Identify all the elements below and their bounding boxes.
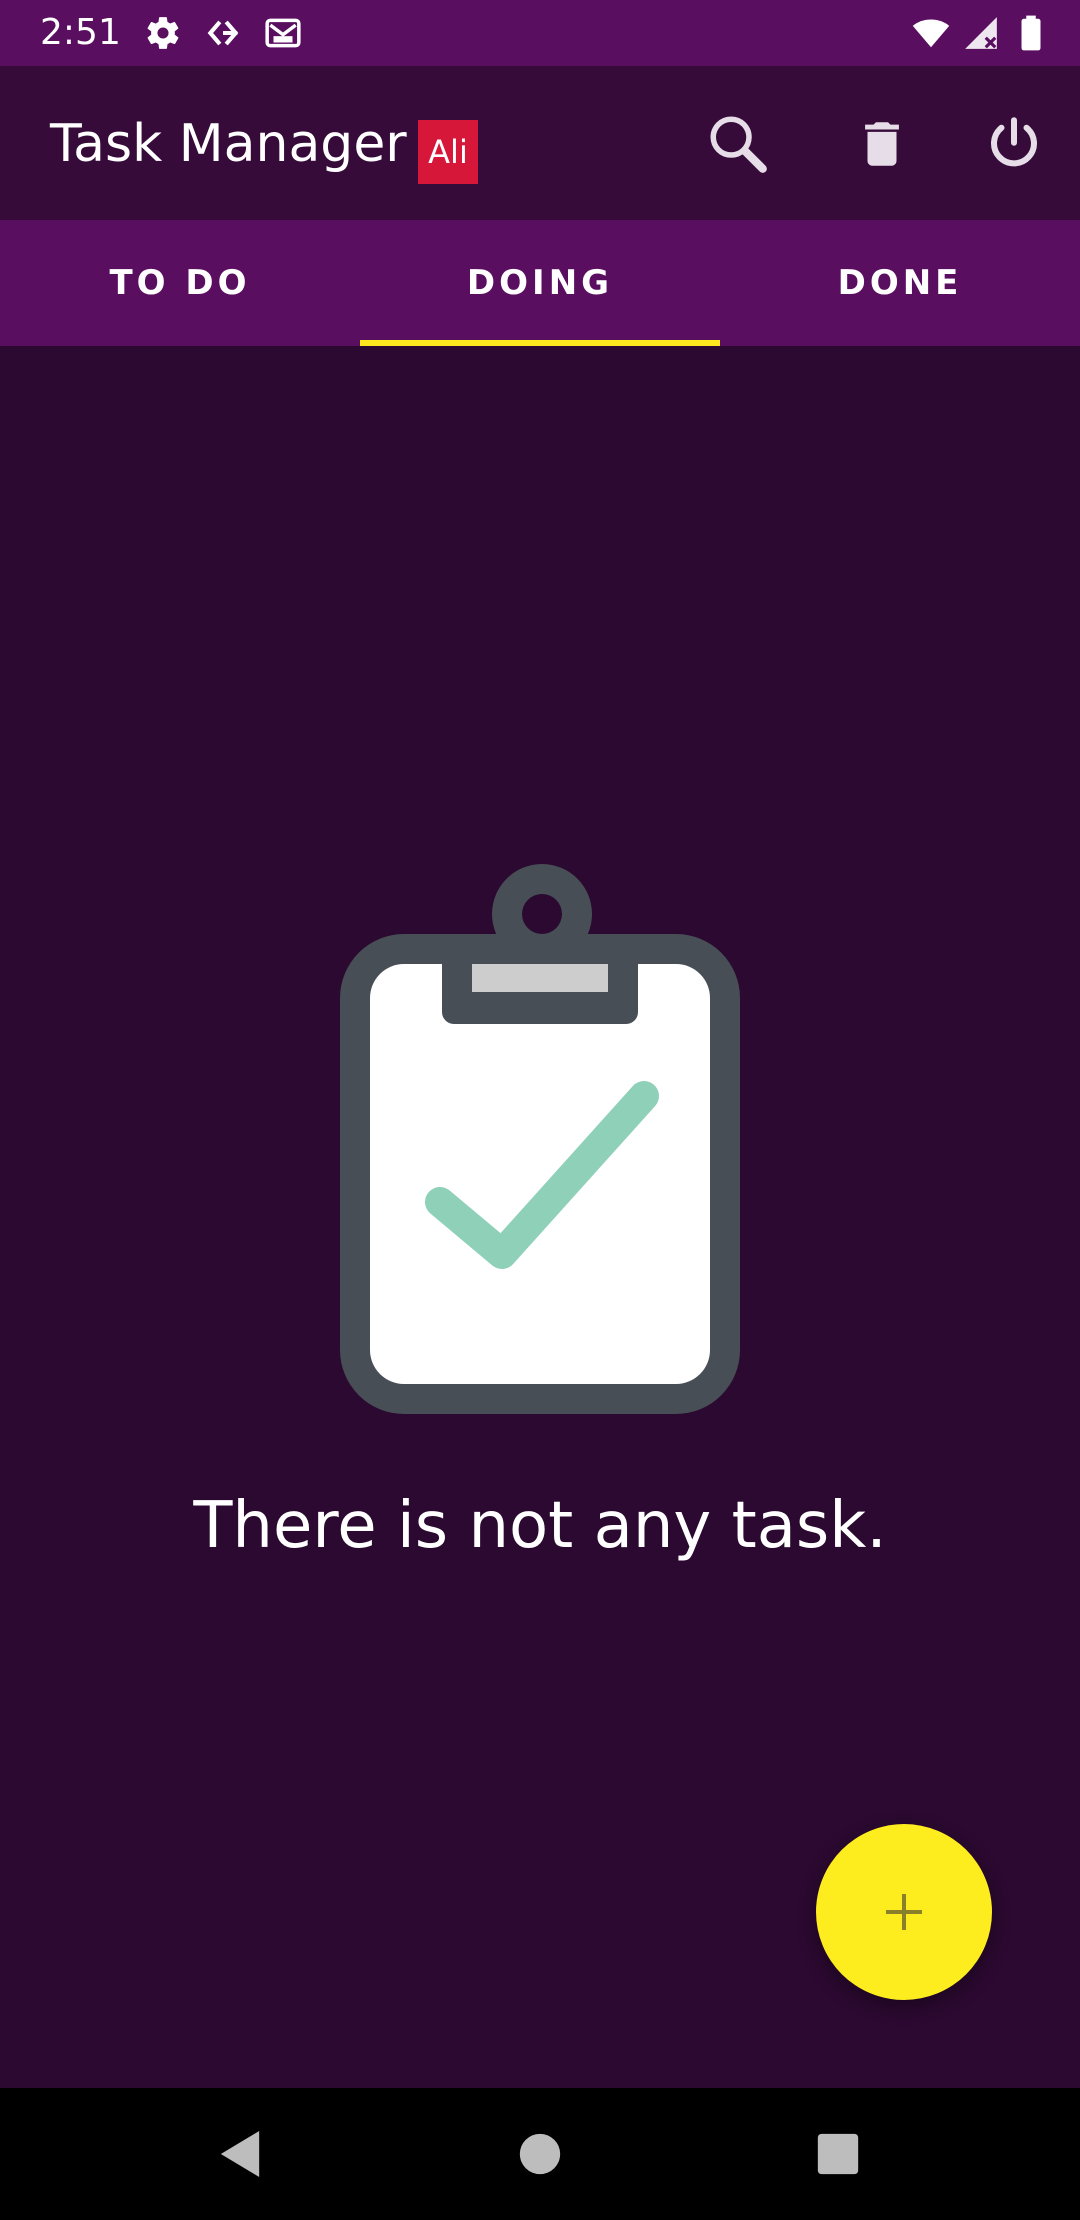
app-bar: Task Manager Ali	[0, 66, 1080, 220]
cast-icon	[207, 20, 239, 46]
delete-all-button[interactable]	[844, 106, 920, 182]
tab-doing[interactable]: DOING	[360, 220, 720, 346]
tab-todo[interactable]: TO DO	[0, 220, 360, 346]
battery-icon	[1021, 15, 1041, 51]
clipboard-check-icon	[340, 864, 740, 1414]
navigation-bar	[0, 2088, 1080, 2220]
search-icon	[710, 116, 767, 173]
back-button[interactable]	[204, 2118, 276, 2190]
wifi-icon	[912, 19, 950, 48]
app-title: Task Manager	[50, 114, 407, 174]
tab-done[interactable]: DONE	[720, 220, 1080, 346]
empty-state-message: There is not any task.	[193, 1489, 887, 1563]
add-task-button[interactable]	[816, 1824, 992, 2000]
logout-button[interactable]	[976, 106, 1052, 182]
recents-icon	[817, 2133, 859, 2175]
recents-button[interactable]	[802, 2118, 874, 2190]
user-badge: Ali	[418, 120, 478, 184]
plus-icon	[886, 1894, 922, 1930]
screen: 2:51 Task Manager Ali TO DO DOING DONE T…	[0, 0, 1080, 2220]
gmail-icon	[265, 18, 301, 48]
back-icon	[220, 2131, 260, 2177]
status-bar: 2:51	[0, 0, 1080, 66]
home-button[interactable]	[504, 2118, 576, 2190]
home-icon	[519, 2133, 561, 2175]
tab-bar: TO DO DOING DONE	[0, 220, 1080, 346]
status-time: 2:51	[40, 12, 121, 53]
search-button[interactable]	[700, 106, 776, 182]
trash-icon	[865, 122, 899, 166]
cell-signal-icon	[965, 17, 997, 49]
tab-indicator	[360, 340, 720, 346]
gear-icon	[147, 17, 179, 49]
power-icon	[991, 117, 1037, 167]
